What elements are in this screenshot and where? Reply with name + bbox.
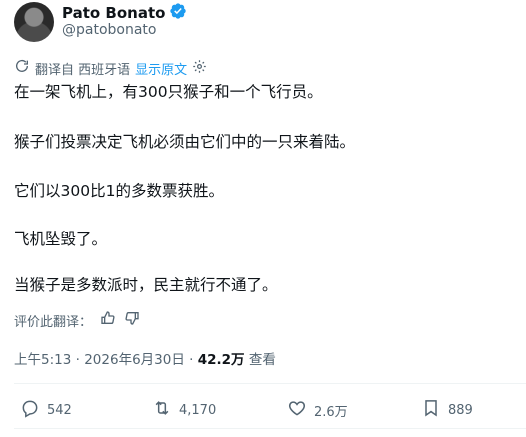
tweet-line: 猴子们投票决定飞机必须由它们中的一只来着陆。 [14,133,356,151]
views-label: 查看 [248,352,276,368]
tweet-time[interactable]: 上午5:13 [14,352,71,368]
tweet-date[interactable]: 2026年6月30日 [84,352,185,368]
view-count: 42.2万 [197,352,245,368]
show-original-link[interactable]: 显示原文 [135,59,187,78]
reply-button[interactable]: 542 [20,398,72,422]
tweet-line: 当猴子是多数派时，民主就行不通了。 [14,276,278,294]
thumbs-down-icon[interactable] [124,310,140,330]
like-icon [287,398,307,422]
gear-icon[interactable] [192,59,207,78]
tweet-line: 飞机坠毁了。 [14,230,108,248]
verified-badge-icon [169,2,187,24]
divider [14,428,526,429]
avatar[interactable] [14,2,54,42]
meta-separator: · [75,352,80,368]
repost-count: 4,170 [179,402,217,418]
bookmark-button[interactable]: 889 [421,398,473,422]
author-handle[interactable]: @patobonato [62,22,156,38]
repost-icon [152,398,172,422]
tweet-line: 它们以300比1的多数票获胜。 [14,182,224,200]
rate-translation-row: 评价此翻译： [14,310,140,330]
thumbs-up-icon[interactable] [100,310,116,330]
rate-translation-label: 评价此翻译： [14,314,93,330]
translation-bar: 翻译自 西班牙语 显示原文 [14,58,207,78]
like-button[interactable]: 2.6万 [287,398,348,422]
tweet-line: 在一架飞机上，有300只猴子和一个飞行员。 [14,83,323,101]
translation-label: 翻译自 西班牙语 [35,62,131,78]
bookmark-count: 889 [448,402,473,418]
reply-count: 542 [47,402,72,418]
meta-separator: · [189,352,194,368]
author-name-row[interactable]: Pato Bonato [62,2,187,24]
like-count: 2.6万 [314,404,348,420]
author-name[interactable]: Pato Bonato [62,4,165,22]
repost-button[interactable]: 4,170 [152,398,216,422]
reply-icon [20,398,40,422]
tweet-meta: 上午5:13 · 2026年6月30日 · 42.2万 查看 [14,348,276,368]
translate-icon [14,58,30,78]
divider [14,383,526,384]
bookmark-icon [421,398,441,422]
